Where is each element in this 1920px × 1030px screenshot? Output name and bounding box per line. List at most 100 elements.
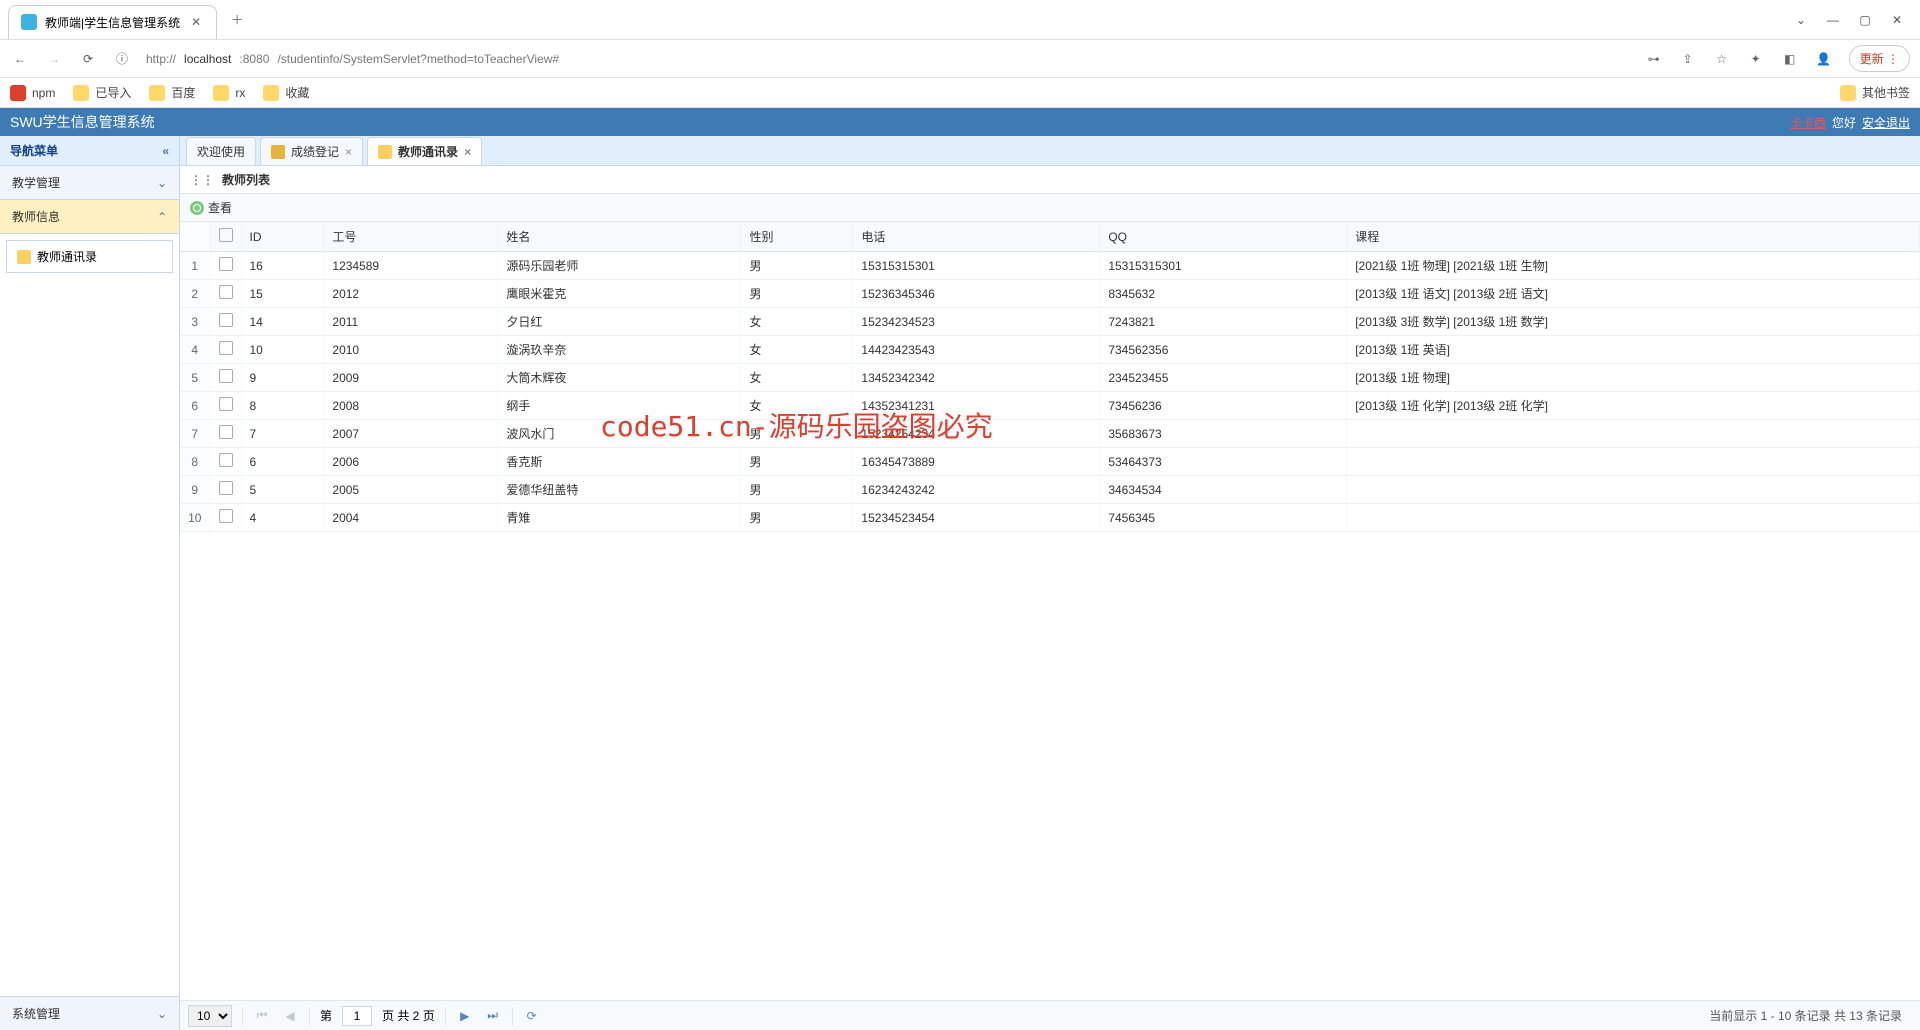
col-course[interactable]: 课程 xyxy=(1347,222,1920,252)
bookmark-fav[interactable]: 收藏 xyxy=(263,84,309,101)
row-checkbox[interactable] xyxy=(219,285,233,299)
tab-contacts[interactable]: 教师通讯录× xyxy=(367,137,482,165)
cell-phone: 15315315301 xyxy=(853,252,1100,280)
row-checkbox[interactable] xyxy=(219,369,233,383)
row-checkbox[interactable] xyxy=(219,425,233,439)
browser-tab-bar: 教师端|学生信息管理系统 ✕ ＋ ⌄ — ▢ ✕ xyxy=(0,0,1920,40)
user-name-link[interactable]: 卡卡西 xyxy=(1790,114,1826,131)
table-row[interactable]: 682008纲手女1435234123173456236[2013级 1班 化学… xyxy=(180,392,1920,420)
row-number: 10 xyxy=(180,504,210,532)
chevron-down-icon: ⌄ xyxy=(157,1007,167,1021)
prev-page-button[interactable]: ◀ xyxy=(281,1007,299,1025)
close-tab-icon[interactable]: ✕ xyxy=(188,14,204,30)
maximize-icon[interactable]: ▢ xyxy=(1858,13,1872,27)
back-icon[interactable]: ← xyxy=(10,49,30,69)
row-checkbox[interactable] xyxy=(219,481,233,495)
col-phone[interactable]: 电话 xyxy=(853,222,1100,252)
tab-welcome[interactable]: 欢迎使用 xyxy=(186,137,256,165)
cell-id: 9 xyxy=(241,364,324,392)
forward-icon[interactable]: → xyxy=(44,49,64,69)
close-window-icon[interactable]: ✕ xyxy=(1890,13,1904,27)
cell-sex: 男 xyxy=(741,476,853,504)
cell-course xyxy=(1347,504,1920,532)
table-row[interactable]: 772007波风水门男1523425423435683673 xyxy=(180,420,1920,448)
table-row[interactable]: 1042004青雉男152345234547456345 xyxy=(180,504,1920,532)
sidebar-section-teacher-info[interactable]: 教师信息 ⌃ xyxy=(0,200,179,234)
folder-icon xyxy=(73,85,89,101)
cell-qq: 7456345 xyxy=(1100,504,1347,532)
next-page-button[interactable]: ▶ xyxy=(456,1007,474,1025)
bookmark-baidu[interactable]: 百度 xyxy=(149,84,195,101)
close-icon[interactable]: × xyxy=(464,145,471,159)
last-page-button[interactable]: ⏭ xyxy=(484,1007,502,1025)
cell-phone: 14352341231 xyxy=(853,392,1100,420)
row-checkbox[interactable] xyxy=(219,397,233,411)
table-row[interactable]: 952005爱德华纽盖特男1623424324234634534 xyxy=(180,476,1920,504)
page-size-select[interactable]: 10 xyxy=(188,1005,232,1027)
star-icon[interactable]: ☆ xyxy=(1713,50,1731,68)
row-checkbox[interactable] xyxy=(219,453,233,467)
select-all-checkbox[interactable] xyxy=(219,228,233,242)
table-row[interactable]: 1161234589源码乐园老师男1531531530115315315301[… xyxy=(180,252,1920,280)
extension-icon[interactable]: ✦ xyxy=(1747,50,1765,68)
cell-id: 15 xyxy=(241,280,324,308)
bookmark-npm[interactable]: npm xyxy=(10,85,55,101)
refresh-button[interactable]: ⟳ xyxy=(523,1007,541,1025)
npm-icon xyxy=(10,85,26,101)
row-checkbox[interactable] xyxy=(219,257,233,271)
content-tabs: 欢迎使用 成绩登记× 教师通讯录× xyxy=(180,136,1920,166)
table-row[interactable]: 592009大筒木辉夜女13452342342234523455[2013级 1… xyxy=(180,364,1920,392)
table-row[interactable]: 862006香克斯男1634547388953464373 xyxy=(180,448,1920,476)
key-icon[interactable]: ⊶ xyxy=(1645,50,1663,68)
profile-icon[interactable]: 👤 xyxy=(1815,50,1833,68)
row-number: 2 xyxy=(180,280,210,308)
main-panel: 欢迎使用 成绩登记× 教师通讯录× ⋮⋮ 教师列表 查看 ID 工号 xyxy=(180,136,1920,1030)
table-row[interactable]: 4102010漩涡玖辛奈女14423423543734562356[2013级 … xyxy=(180,336,1920,364)
cell-id: 10 xyxy=(241,336,324,364)
col-name[interactable]: 姓名 xyxy=(498,222,741,252)
col-sex[interactable]: 性别 xyxy=(741,222,853,252)
page-input[interactable] xyxy=(342,1006,372,1026)
url-field[interactable]: http://localhost:8080/studentinfo/System… xyxy=(146,52,1631,66)
cell-name: 大筒木辉夜 xyxy=(498,364,741,392)
page-prefix: 第 xyxy=(320,1007,332,1024)
reload-icon[interactable]: ⟳ xyxy=(78,49,98,69)
view-button[interactable]: 查看 xyxy=(190,199,232,216)
row-checkbox[interactable] xyxy=(219,509,233,523)
user-greeting: 您好 xyxy=(1832,114,1856,131)
table-row[interactable]: 2152012鹰眼米霍克男152363453468345632[2013级 1班… xyxy=(180,280,1920,308)
col-qq[interactable]: QQ xyxy=(1100,222,1347,252)
bookmark-other[interactable]: 其他书签 xyxy=(1840,84,1910,101)
new-tab-button[interactable]: ＋ xyxy=(229,12,245,28)
browser-tab[interactable]: 教师端|学生信息管理系统 ✕ xyxy=(8,5,217,39)
close-icon[interactable]: × xyxy=(345,145,352,159)
cell-id: 8 xyxy=(241,392,324,420)
collapse-icon[interactable]: « xyxy=(162,144,169,158)
chevron-down-icon[interactable]: ⌄ xyxy=(1794,13,1808,27)
page-suffix: 页 共 2 页 xyxy=(382,1007,435,1024)
row-checkbox[interactable] xyxy=(219,313,233,327)
sidebar-section-teaching[interactable]: 教学管理 ⌄ xyxy=(0,166,179,200)
info-icon[interactable]: ⓘ xyxy=(112,49,132,69)
first-page-button[interactable]: ⏮ xyxy=(253,1007,271,1025)
cell-qq: 8345632 xyxy=(1100,280,1347,308)
bookmark-rx[interactable]: rx xyxy=(213,85,245,101)
cell-phone: 14423423543 xyxy=(853,336,1100,364)
col-id[interactable]: ID xyxy=(241,222,324,252)
table-row[interactable]: 3142011夕日红女152342345237243821[2013级 3班 数… xyxy=(180,308,1920,336)
tab-grades[interactable]: 成绩登记× xyxy=(260,137,363,165)
share-icon[interactable]: ⇪ xyxy=(1679,50,1697,68)
col-workno[interactable]: 工号 xyxy=(324,222,498,252)
minimize-icon[interactable]: — xyxy=(1826,13,1840,27)
cell-name: 香克斯 xyxy=(498,448,741,476)
cell-name: 爱德华纽盖特 xyxy=(498,476,741,504)
cell-sex: 男 xyxy=(741,448,853,476)
update-button[interactable]: 更新 xyxy=(1849,45,1910,72)
cell-phone: 13452342342 xyxy=(853,364,1100,392)
sidebar-item-contacts[interactable]: 教师通讯录 xyxy=(6,240,173,273)
panel-icon[interactable]: ◧ xyxy=(1781,50,1799,68)
logout-link[interactable]: 安全退出 xyxy=(1862,114,1910,131)
bookmark-imported[interactable]: 已导入 xyxy=(73,84,131,101)
row-checkbox[interactable] xyxy=(219,341,233,355)
sidebar-section-system[interactable]: 系统管理 ⌄ xyxy=(0,996,179,1030)
